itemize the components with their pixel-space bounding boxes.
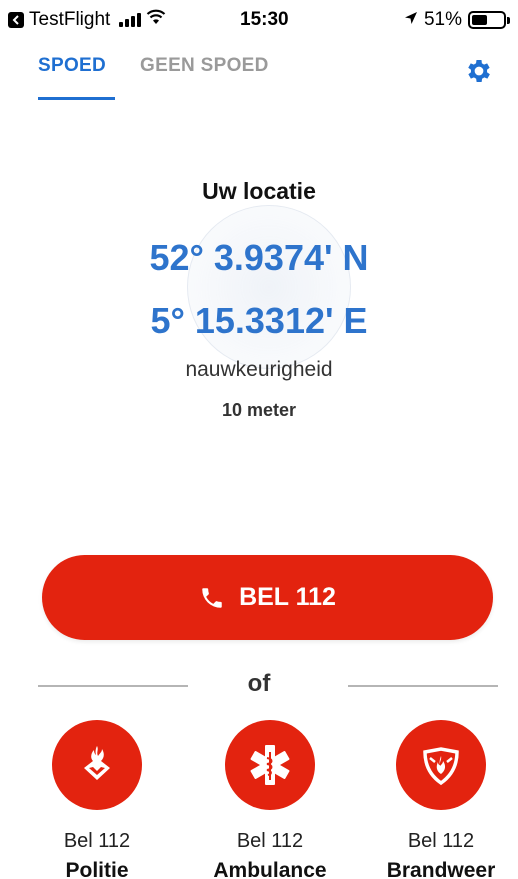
- longitude-value: 5° 15.3312' E: [150, 300, 368, 341]
- call-brandweer-button[interactable]: Bel 112 Brandweer: [361, 720, 518, 879]
- call-112-button[interactable]: BEL 112: [42, 555, 493, 640]
- location-arrow-icon: [404, 9, 418, 31]
- brandweer-circle[interactable]: [396, 720, 486, 810]
- back-app-label[interactable]: TestFlight: [29, 9, 110, 31]
- tab-spoed[interactable]: SPOED: [38, 55, 106, 77]
- phone-icon: [199, 585, 225, 611]
- status-bar-right: 51%: [404, 9, 510, 31]
- location-title: Uw locatie: [202, 178, 316, 204]
- latitude-value: 52° 3.9374' N: [149, 237, 369, 278]
- back-arrow-icon[interactable]: [8, 12, 24, 28]
- star-of-life-icon: [250, 745, 290, 785]
- fire-department-icon: [423, 747, 459, 786]
- brandweer-label: Brandweer: [386, 859, 496, 879]
- battery-cap: [507, 17, 510, 24]
- ambulance-circle[interactable]: [225, 720, 315, 810]
- status-bar-left[interactable]: TestFlight: [8, 9, 166, 31]
- call-ambulance-button[interactable]: Bel 112 Ambulance: [190, 720, 350, 879]
- politie-label: Politie: [65, 859, 129, 879]
- battery-percentage: 51%: [423, 9, 462, 30]
- accuracy-label: nauwkeurigheid: [185, 358, 333, 381]
- settings-gear-icon[interactable]: [464, 56, 494, 86]
- politie-line1: Bel 112: [63, 830, 131, 852]
- location-accuracy-circle: [187, 205, 351, 369]
- call-politie-button[interactable]: Bel 112 Politie: [17, 720, 177, 879]
- battery-icon: [468, 11, 510, 29]
- wifi-icon: [146, 9, 166, 31]
- tab-bar: SPOED GEEN SPOED: [38, 55, 269, 77]
- status-time: 15:30: [240, 9, 289, 30]
- status-bar: TestFlight 15:30 51%: [0, 0, 518, 40]
- ambulance-line1: Bel 112: [236, 830, 304, 852]
- accuracy-value: 10 meter: [221, 400, 297, 420]
- brandweer-line1: Bel 112: [407, 830, 475, 852]
- battery-fill: [472, 15, 488, 25]
- active-tab-indicator: [38, 97, 115, 100]
- tab-geen-spoed[interactable]: GEEN SPOED: [140, 55, 269, 77]
- police-icon: [84, 746, 110, 780]
- ambulance-label: Ambulance: [213, 859, 327, 879]
- divider-line-right: [348, 685, 498, 687]
- politie-circle[interactable]: [52, 720, 142, 810]
- divider-or-text: of: [247, 670, 271, 697]
- call-112-label: BEL 112: [239, 583, 336, 611]
- cellular-signal-icon: [119, 13, 142, 27]
